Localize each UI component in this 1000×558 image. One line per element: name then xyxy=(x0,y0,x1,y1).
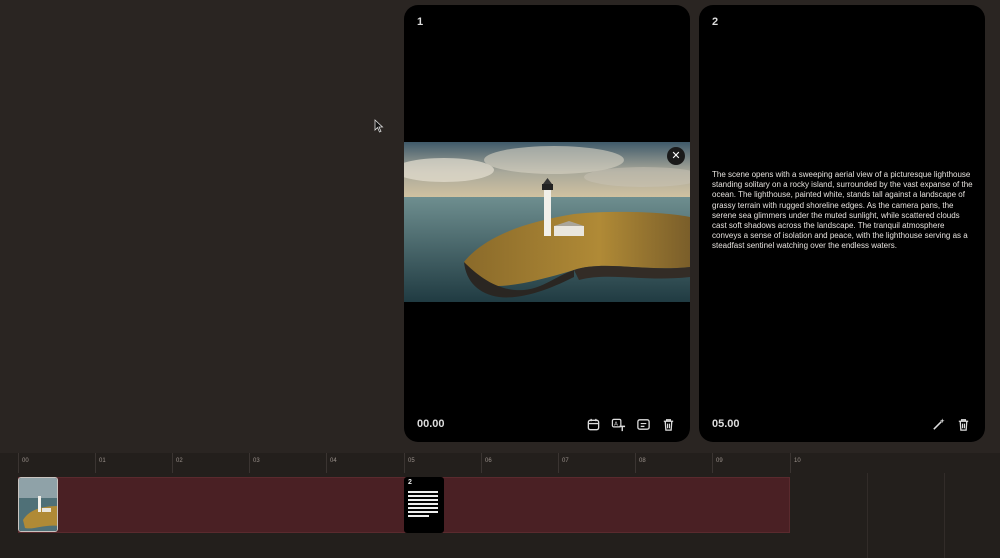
scene-card-2[interactable]: 2 The scene opens with a sweeping aerial… xyxy=(699,5,985,442)
scene-number: 1 xyxy=(417,16,424,28)
text-lines-icon xyxy=(408,491,438,519)
close-icon[interactable]: ✕ xyxy=(667,147,685,165)
grid-line xyxy=(867,473,868,558)
scene-time: 05.00 xyxy=(712,418,740,430)
grid-line xyxy=(944,473,945,558)
caption-icon[interactable] xyxy=(636,417,651,432)
timeline-tick: 08 xyxy=(635,453,674,473)
timeline-tick: 03 xyxy=(249,453,288,473)
timeline-tick: 10 xyxy=(790,453,829,473)
timeline[interactable]: 00 01 02 03 04 05 06 07 08 09 10 2 xyxy=(0,453,1000,558)
clip-number: 2 xyxy=(408,479,412,486)
timeline-ruler[interactable]: 00 01 02 03 04 05 06 07 08 09 10 xyxy=(0,453,1000,473)
scene-actions xyxy=(931,417,971,432)
calendar-icon[interactable] xyxy=(586,417,601,432)
scene-time: 00.00 xyxy=(417,418,445,430)
scene-description: The scene opens with a sweeping aerial v… xyxy=(712,170,973,251)
svg-text:A: A xyxy=(614,421,618,427)
timeline-tick: 07 xyxy=(558,453,597,473)
trash-icon[interactable] xyxy=(661,417,676,432)
scene-image[interactable]: ✕ xyxy=(404,142,690,302)
timeline-tick: 06 xyxy=(481,453,520,473)
lighthouse-image xyxy=(404,142,690,302)
timeline-clip-image[interactable] xyxy=(18,477,58,532)
scene-number: 2 xyxy=(712,16,719,28)
timeline-tick: 04 xyxy=(326,453,365,473)
scene-actions: A xyxy=(586,417,676,432)
clip-thumbnail xyxy=(19,478,57,531)
timeline-tick: 02 xyxy=(172,453,211,473)
timeline-tick: 01 xyxy=(95,453,134,473)
magic-wand-icon[interactable] xyxy=(931,417,946,432)
scene-card-1[interactable]: 1 ✕ 00.00 A xyxy=(404,5,690,442)
timeline-clip-text[interactable]: 2 xyxy=(404,477,444,533)
mouse-cursor-icon xyxy=(374,119,384,133)
trash-icon[interactable] xyxy=(956,417,971,432)
timeline-tick: 09 xyxy=(712,453,751,473)
timeline-tick: 05 xyxy=(404,453,443,473)
translate-icon[interactable]: A xyxy=(611,417,626,432)
timeline-tick: 00 xyxy=(18,453,57,473)
